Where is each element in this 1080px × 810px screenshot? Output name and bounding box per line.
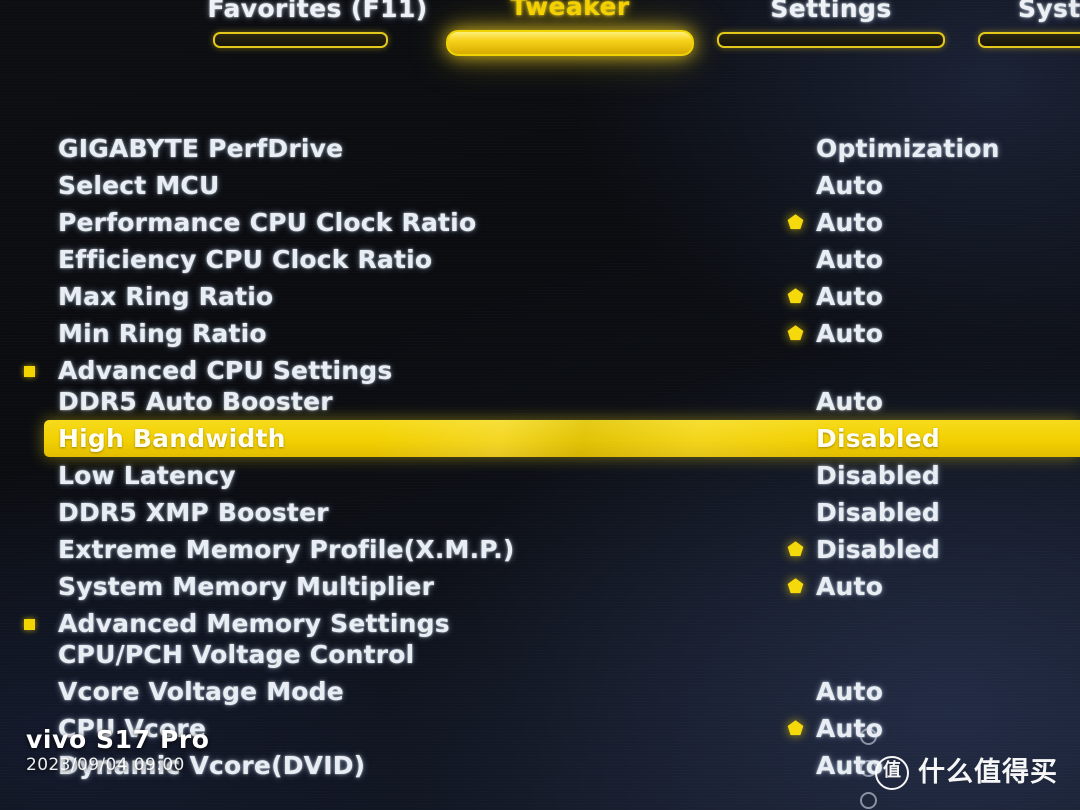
brand-watermark-text: 什么值得买	[918, 757, 1058, 788]
tab-syste[interactable]: Syste	[973, 0, 1080, 48]
setting-row[interactable]: High Bandwidth Disabled	[44, 420, 1080, 457]
setting-label: Extreme Memory Profile(X.M.P.)	[58, 535, 515, 564]
setting-row[interactable]: Low Latency Disabled	[0, 457, 1080, 494]
setting-value[interactable]: Disabled	[816, 494, 940, 531]
tab-label: Syste	[1017, 0, 1080, 23]
setting-value[interactable]: Auto	[816, 383, 883, 420]
tweaker-settings-list: GIGABYTE PerfDrive Optimization Select MCU…	[0, 56, 1080, 810]
camera-watermark: vivo S17 Pro 2023/09/04 09:00	[26, 726, 210, 776]
submenu-bullet-icon	[24, 619, 35, 630]
tab-underline-indicator	[446, 30, 694, 56]
setting-value[interactable]: Auto	[816, 204, 883, 241]
setting-value[interactable]: Auto	[816, 167, 883, 204]
tab-settings[interactable]: Settings	[712, 0, 950, 48]
setting-label: Performance CPU Clock Ratio	[58, 208, 477, 237]
setting-row[interactable]: Efficiency CPU Clock Ratio Auto	[0, 241, 1080, 278]
brand-watermark: 值 什么值得买	[875, 756, 1058, 790]
setting-value[interactable]: Auto	[816, 241, 883, 278]
setting-label: GIGABYTE PerfDrive	[58, 134, 344, 163]
bezel-dot-icon	[860, 792, 877, 809]
tab-underline-indicator	[978, 32, 1080, 48]
bezel-dot-icon	[860, 728, 877, 745]
setting-label: High Bandwidth	[58, 424, 286, 453]
favorite-star-icon[interactable]	[785, 718, 806, 739]
setting-value[interactable]: Disabled	[816, 457, 940, 494]
setting-value[interactable]: Auto	[816, 568, 883, 605]
setting-row[interactable]: Max Ring Ratio Auto	[0, 278, 1080, 315]
camera-watermark-timestamp: 2023/09/04 09:00	[26, 755, 185, 775]
favorite-star-icon[interactable]	[785, 323, 806, 344]
setting-row[interactable]: Min Ring Ratio Auto	[0, 315, 1080, 352]
setting-label: System Memory Multiplier	[58, 572, 435, 601]
setting-value[interactable]: Auto	[816, 673, 883, 710]
brand-logo-icon: 值	[875, 756, 909, 790]
setting-label: Low Latency	[58, 461, 236, 490]
favorite-star-icon[interactable]	[785, 576, 806, 597]
setting-value[interactable]: Disabled	[816, 531, 940, 568]
tab-label: Favorites (F11)	[207, 0, 428, 23]
setting-label: Efficiency CPU Clock Ratio	[58, 245, 433, 274]
setting-row[interactable]: System Memory Multiplier Auto	[0, 568, 1080, 605]
setting-label: Min Ring Ratio	[58, 319, 267, 348]
tab-favorites-f11[interactable]: Favorites (F11)	[207, 0, 428, 48]
setting-value[interactable]: Auto	[816, 315, 883, 352]
setting-label: Vcore Voltage Mode	[58, 677, 344, 706]
favorite-star-icon[interactable]	[785, 539, 806, 560]
tab-label: Settings	[770, 0, 892, 23]
favorite-star-icon[interactable]	[785, 286, 806, 307]
tab-label: Tweaker	[510, 0, 630, 21]
favorite-star-icon[interactable]	[785, 212, 806, 233]
setting-row[interactable]: CPU/PCH Voltage Control	[0, 636, 1080, 673]
setting-label: DDR5 Auto Booster	[58, 387, 333, 416]
setting-row[interactable]: GIGABYTE PerfDrive Optimization	[0, 130, 1080, 167]
setting-row[interactable]: Vcore Voltage Mode Auto	[0, 673, 1080, 710]
camera-watermark-model: vivo S17 Pro	[26, 725, 210, 754]
setting-row[interactable]: DDR5 XMP Booster Disabled	[0, 494, 1080, 531]
setting-value[interactable]: Disabled	[816, 420, 940, 457]
setting-value[interactable]: Auto	[816, 278, 883, 315]
setting-value[interactable]: Optimization	[816, 130, 1000, 167]
setting-row[interactable]: Select MCU Auto	[0, 167, 1080, 204]
tab-tweaker[interactable]: Tweaker	[441, 0, 699, 56]
setting-label: Select MCU	[58, 171, 220, 200]
tab-underline-indicator	[212, 32, 388, 48]
setting-label: DDR5 XMP Booster	[58, 498, 329, 527]
setting-row[interactable]: DDR5 Auto Booster Auto	[0, 383, 1080, 420]
setting-row[interactable]: Performance CPU Clock Ratio Auto	[0, 204, 1080, 241]
bios-tab-bar: Favorites (F11) Tweaker Settings Syste	[0, 0, 1080, 56]
submenu-bullet-icon	[24, 366, 35, 377]
tab-underline-indicator	[717, 32, 945, 48]
setting-label: CPU/PCH Voltage Control	[58, 640, 415, 669]
setting-row[interactable]: Extreme Memory Profile(X.M.P.) Disabled	[0, 531, 1080, 568]
bios-screen: Favorites (F11) Tweaker Settings Syste GIGA…	[0, 0, 1080, 810]
setting-label: Max Ring Ratio	[58, 282, 274, 311]
